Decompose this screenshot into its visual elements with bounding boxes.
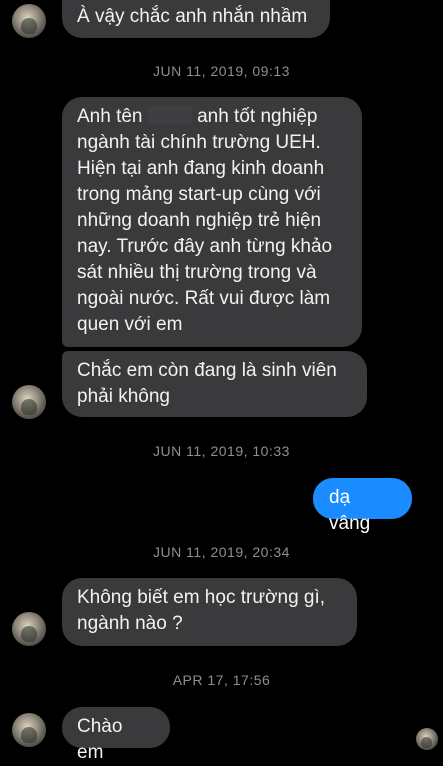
sender-avatar[interactable] (12, 385, 46, 419)
message-bubble-incoming[interactable]: Anh tên anh tốt nghiệp ngành tài chính t… (62, 97, 362, 347)
message-text: À vậy chắc anh nhắn nhầm (77, 6, 308, 27)
message-text: dạ vâng (329, 487, 371, 534)
sender-avatar[interactable] (12, 4, 46, 38)
message-text-rest: anh tốt nghiệp ngành tài chính trường UE… (77, 106, 333, 335)
message-bubble-incoming[interactable]: Không biết em học trường gì, ngành nào ? (62, 578, 357, 646)
timestamp: APR 17, 17:56 (172, 672, 271, 688)
message-bubble-incoming[interactable]: Chắc em còn đang là sinh viên phải không (62, 351, 367, 417)
seen-avatar (416, 728, 438, 750)
message-bubble-incoming[interactable]: Chào em (62, 707, 170, 763)
message-bubble-outgoing[interactable]: dạ vâng (313, 478, 412, 534)
message-text-start: Anh tên (77, 106, 143, 127)
timestamp: JUN 11, 2019, 09:13 (153, 63, 290, 79)
message-text: Không biết em học trường gì, ngành nào ? (77, 587, 326, 634)
message-text: Chào em (77, 716, 123, 763)
sender-avatar[interactable] (12, 612, 46, 646)
redacted-name (147, 106, 192, 124)
message-bubble-incoming[interactable]: À vậy chắc anh nhắn nhầm (62, 0, 330, 38)
timestamp: JUN 11, 2019, 20:34 (153, 544, 290, 560)
message-text: Chắc em còn đang là sinh viên phải không (77, 360, 337, 407)
timestamp: JUN 11, 2019, 10:33 (153, 443, 290, 459)
sender-avatar[interactable] (12, 713, 46, 747)
